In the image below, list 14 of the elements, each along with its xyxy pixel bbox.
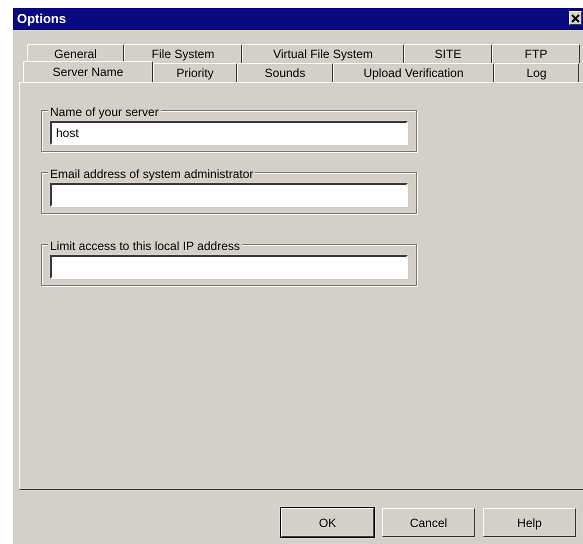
window-title: Options bbox=[17, 10, 66, 28]
tab[interactable]: FTP bbox=[492, 44, 580, 63]
tab[interactable]: Server Name bbox=[23, 61, 153, 82]
tab[interactable]: File System bbox=[124, 44, 242, 63]
tab[interactable]: Priority bbox=[153, 63, 237, 82]
tab[interactable]: Virtual File System bbox=[242, 44, 404, 63]
dialog-button[interactable]: Help bbox=[483, 508, 576, 537]
input-field[interactable]: host bbox=[50, 121, 408, 145]
dialog-button[interactable]: OK bbox=[281, 508, 374, 537]
tab[interactable]: Log bbox=[494, 63, 579, 82]
tab[interactable]: SITE bbox=[404, 44, 492, 63]
dialog-button[interactable]: Cancel bbox=[382, 508, 475, 537]
tab[interactable]: Sounds bbox=[237, 63, 333, 82]
tab[interactable]: Upload Verification bbox=[333, 63, 494, 82]
